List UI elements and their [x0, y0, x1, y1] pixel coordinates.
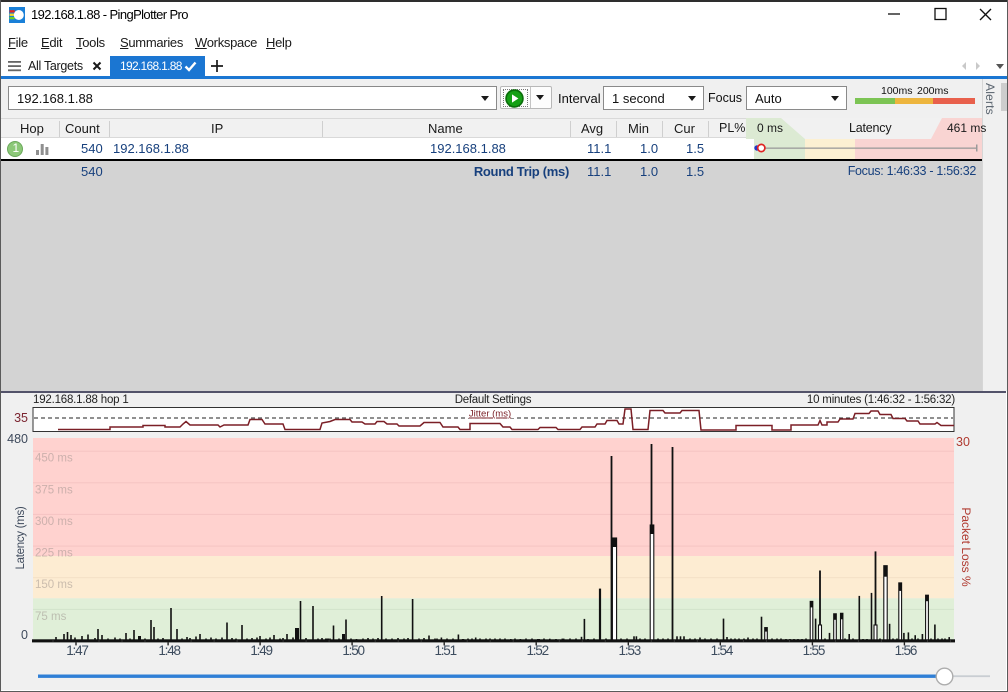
svg-text:375 ms: 375 ms	[35, 484, 73, 496]
svg-text:0: 0	[21, 628, 28, 642]
svg-text:Latency (ms): Latency (ms)	[15, 506, 27, 569]
svg-text:480: 480	[7, 432, 28, 446]
svg-text:1:54: 1:54	[711, 643, 734, 658]
svg-text:1:51: 1:51	[434, 643, 456, 658]
svg-text:1:50: 1:50	[342, 643, 364, 658]
svg-text:1:52: 1:52	[526, 643, 548, 658]
svg-text:1:48: 1:48	[158, 643, 180, 658]
svg-text:300 ms: 300 ms	[35, 516, 73, 528]
svg-text:1:55: 1:55	[803, 643, 825, 658]
svg-text:1:53: 1:53	[619, 643, 641, 658]
svg-text:Jitter (ms): Jitter (ms)	[469, 409, 511, 420]
svg-text:150 ms: 150 ms	[35, 579, 73, 591]
svg-text:1:47: 1:47	[66, 643, 88, 658]
svg-text:75 ms: 75 ms	[35, 611, 67, 623]
svg-text:450 ms: 450 ms	[35, 453, 73, 465]
svg-text:35: 35	[14, 411, 28, 425]
svg-text:30: 30	[956, 435, 970, 449]
svg-text:225 ms: 225 ms	[35, 548, 73, 560]
svg-text:Packet Loss %: Packet Loss %	[959, 507, 973, 587]
svg-text:1:49: 1:49	[250, 643, 272, 658]
svg-text:1:56: 1:56	[895, 643, 917, 658]
